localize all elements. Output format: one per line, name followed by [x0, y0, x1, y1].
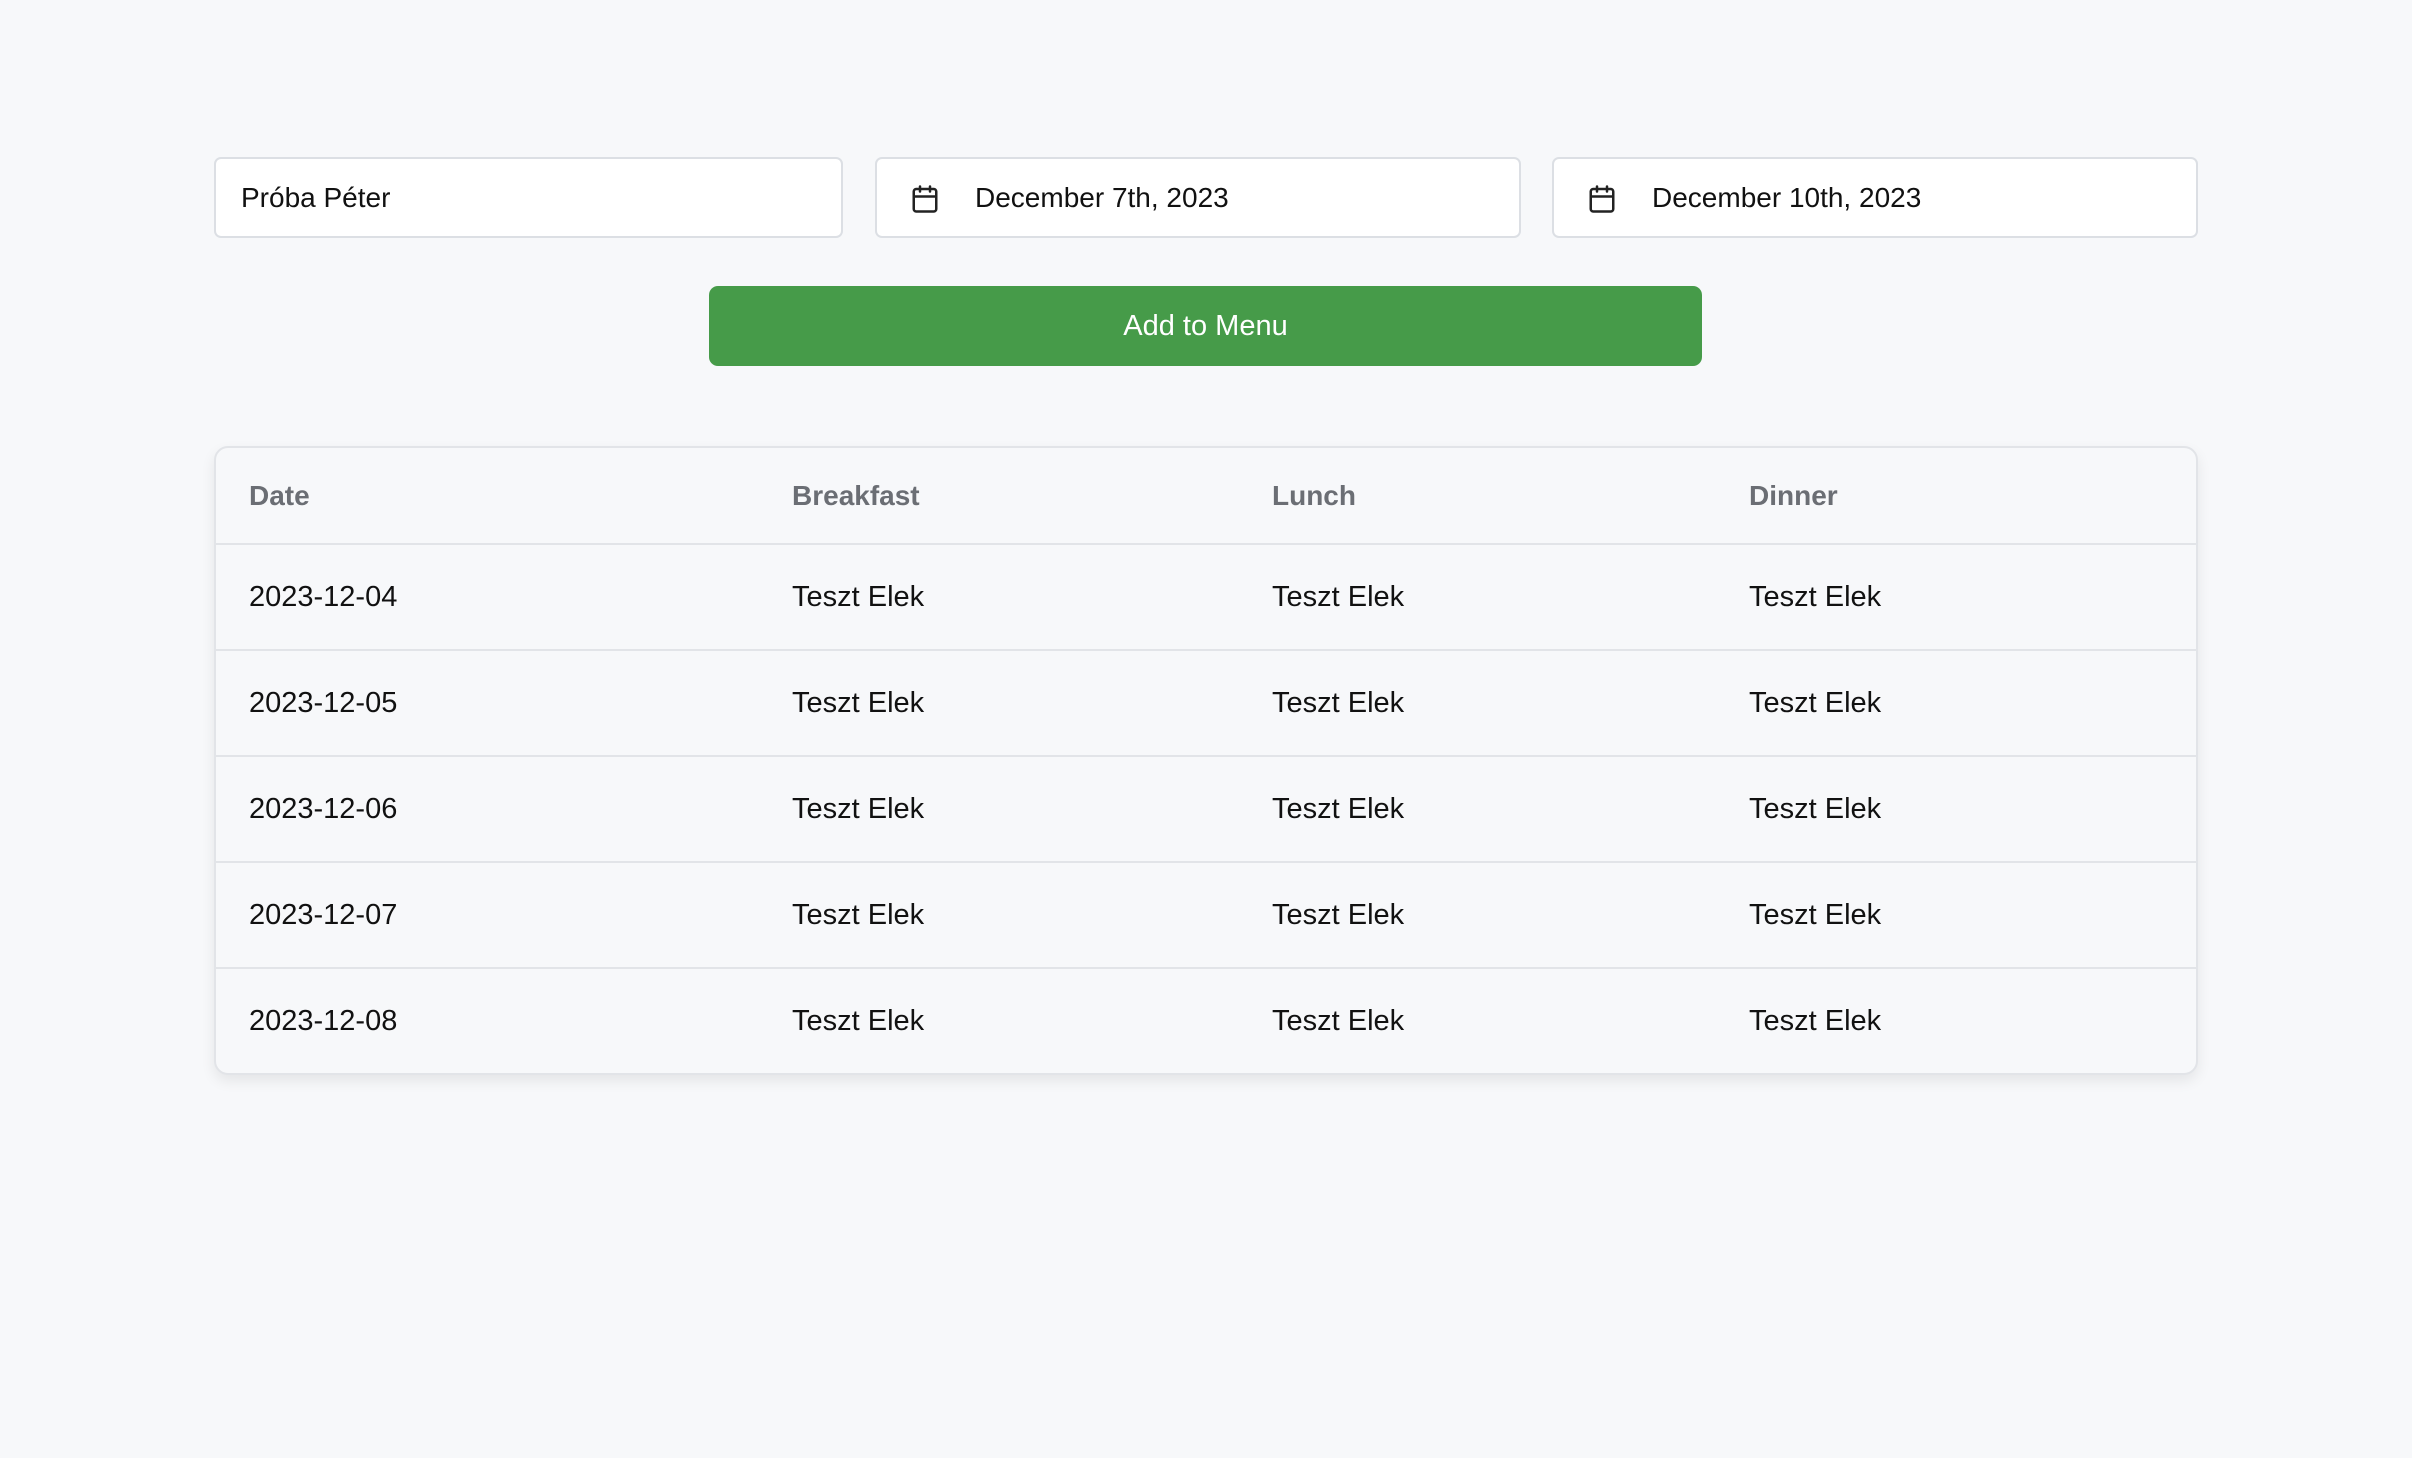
- name-input[interactable]: [241, 181, 841, 214]
- menu-table-card: Date Breakfast Lunch Dinner 2023-12-04 T…: [214, 446, 2198, 1075]
- cell-date: 2023-12-07: [216, 862, 760, 969]
- header-lunch: Lunch: [1243, 448, 1720, 545]
- table-row: 2023-12-07 Teszt Elek Teszt Elek Teszt E…: [216, 862, 2196, 969]
- cell-breakfast: Teszt Elek: [760, 756, 1243, 863]
- cell-date: 2023-12-04: [216, 544, 760, 651]
- inputs-row: December 7th, 2023 December 10th, 2023: [214, 157, 2198, 238]
- calendar-icon: [1589, 185, 1615, 213]
- end-date-value: December 10th, 2023: [1652, 181, 1922, 213]
- cell-date: 2023-12-05: [216, 650, 760, 757]
- cell-breakfast: Teszt Elek: [760, 862, 1243, 969]
- table-row: 2023-12-04 Teszt Elek Teszt Elek Teszt E…: [216, 544, 2196, 651]
- cell-lunch: Teszt Elek: [1272, 1005, 1405, 1037]
- cell-dinner: Teszt Elek: [1720, 756, 2196, 863]
- table-row: 2023-12-08 Teszt Elek Teszt Elek Teszt E…: [216, 968, 2196, 1073]
- header-dinner: Dinner: [1720, 448, 2196, 545]
- header-breakfast: Breakfast: [760, 448, 1243, 545]
- cell-breakfast: Teszt Elek: [760, 544, 1243, 651]
- start-date-value: December 7th, 2023: [975, 181, 1229, 213]
- cell-dinner: Teszt Elek: [1749, 1005, 1882, 1037]
- cell-breakfast: Teszt Elek: [760, 650, 1243, 757]
- menu-table: Date Breakfast Lunch Dinner 2023-12-04 T…: [216, 448, 2196, 1073]
- cell-lunch: Teszt Elek: [1243, 650, 1720, 757]
- cell-date: 2023-12-06: [216, 756, 760, 863]
- table-row: 2023-12-05 Teszt Elek Teszt Elek Teszt E…: [216, 650, 2196, 757]
- table-body: 2023-12-04 Teszt Elek Teszt Elek Teszt E…: [216, 544, 2196, 1073]
- cell-dinner: Teszt Elek: [1720, 650, 2196, 757]
- cell-lunch: Teszt Elek: [1243, 756, 1720, 863]
- header-date: Date: [216, 448, 760, 545]
- calendar-icon: [912, 185, 938, 213]
- cell-breakfast: Teszt Elek: [792, 1005, 925, 1037]
- cell-date: 2023-12-08: [249, 1005, 398, 1037]
- table-header: Date Breakfast Lunch Dinner: [216, 448, 2196, 545]
- cell-dinner: Teszt Elek: [1720, 544, 2196, 651]
- menu-planner-page: December 7th, 2023 December 10th, 2023 A…: [0, 0, 2412, 1458]
- name-field[interactable]: [214, 157, 843, 238]
- table-row: 2023-12-06 Teszt Elek Teszt Elek Teszt E…: [216, 756, 2196, 863]
- add-to-menu-button[interactable]: Add to Menu: [709, 286, 1702, 366]
- header-row: Date Breakfast Lunch Dinner: [216, 448, 2196, 545]
- end-date-picker[interactable]: December 10th, 2023: [1552, 157, 2198, 238]
- cell-dinner: Teszt Elek: [1720, 862, 2196, 969]
- start-date-picker[interactable]: December 7th, 2023: [875, 157, 1521, 238]
- cell-lunch: Teszt Elek: [1243, 862, 1720, 969]
- cell-lunch: Teszt Elek: [1243, 544, 1720, 651]
